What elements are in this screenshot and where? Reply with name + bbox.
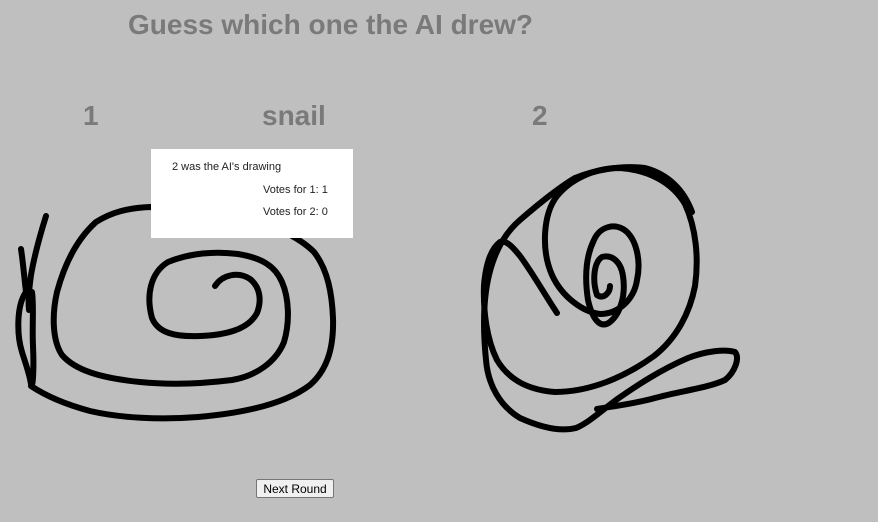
drawing-1-shell-stroke	[28, 204, 337, 422]
next-round-button[interactable]: Next Round	[256, 479, 334, 498]
votes-for-1-text: Votes for 1: 1	[263, 184, 328, 196]
drawing-2[interactable]	[480, 164, 740, 433]
votes-for-2-text: Votes for 2: 0	[263, 206, 328, 218]
game-page: Guess which one the AI drew? 1 snail 2 2…	[0, 0, 878, 522]
result-answer-text: 2 was the AI's drawing	[172, 161, 282, 173]
drawing-2-inner-spiral-stroke	[480, 165, 700, 395]
drawing-canvas	[15, 164, 740, 433]
drawing-1-antenna-stroke-2	[18, 246, 29, 295]
result-popup: 2 was the AI's drawing Votes for 1: 1 Vo…	[151, 149, 353, 238]
drawing-1[interactable]	[15, 204, 337, 422]
drawing-2-outer-shell-stroke	[481, 164, 740, 433]
